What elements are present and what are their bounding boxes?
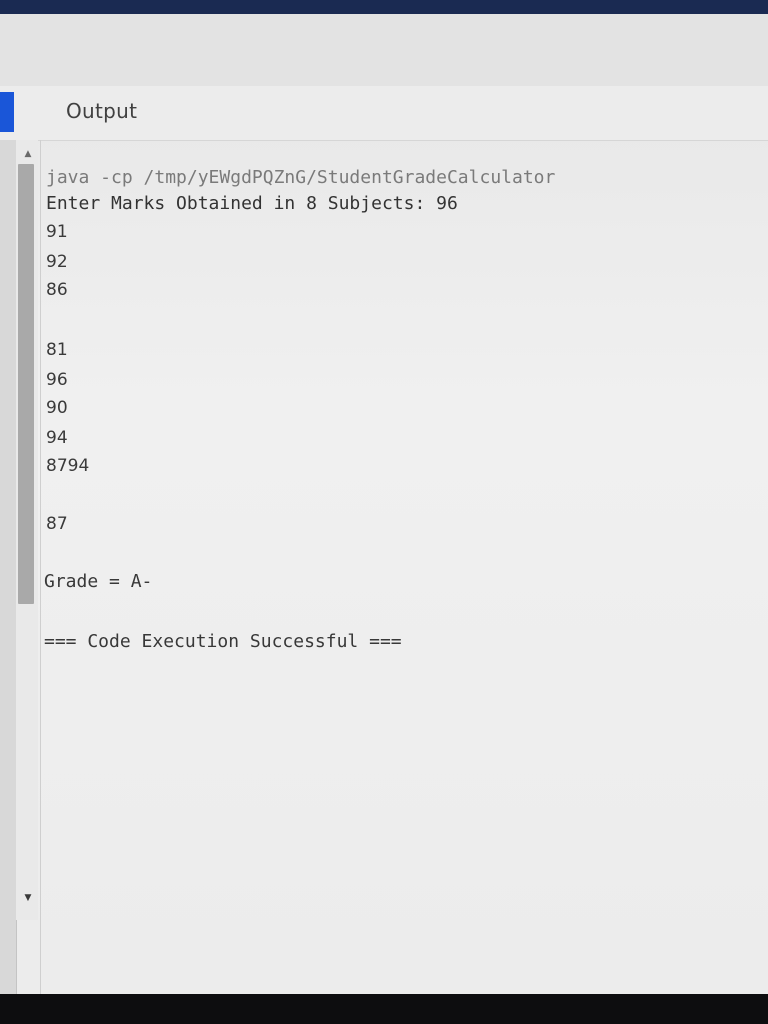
- console-input-line: 96: [46, 370, 68, 390]
- device-bezel-top: [0, 0, 768, 14]
- console-input-line: 91: [46, 222, 68, 242]
- console-status-line: === Code Execution Successful ===: [44, 631, 402, 652]
- left-gutter: [0, 140, 17, 994]
- device-bezel-bottom: [0, 994, 768, 1024]
- top-toolbar: [0, 14, 768, 87]
- active-tab-indicator[interactable]: [0, 92, 14, 132]
- scrollbar-thumb[interactable]: [18, 164, 34, 604]
- console-command-line: java -cp /tmp/yEWgdPQZnG/StudentGradeCal…: [46, 167, 556, 188]
- console-input-line: 81: [46, 340, 68, 360]
- console-grade-line: Grade = A-: [44, 571, 153, 592]
- scroll-up-arrow-icon[interactable]: ▲: [22, 148, 34, 160]
- screen: Output ▲ ▼ java -cp /tmp/yEWgdPQZnG/Stud…: [0, 14, 768, 994]
- panel-title: Output: [66, 99, 138, 123]
- console-input-line: 94: [46, 428, 68, 448]
- console-input-line: 90: [46, 398, 68, 418]
- gutter-divider: [40, 140, 41, 994]
- console-input-line: 92: [46, 252, 68, 272]
- console-input-line: 87: [46, 514, 68, 534]
- scroll-down-arrow-icon[interactable]: ▼: [22, 892, 34, 904]
- console-prompt-line: Enter Marks Obtained in 8 Subjects: 96: [46, 193, 458, 214]
- console-input-line: 8794: [46, 456, 90, 476]
- console-input-line: 86: [46, 280, 68, 300]
